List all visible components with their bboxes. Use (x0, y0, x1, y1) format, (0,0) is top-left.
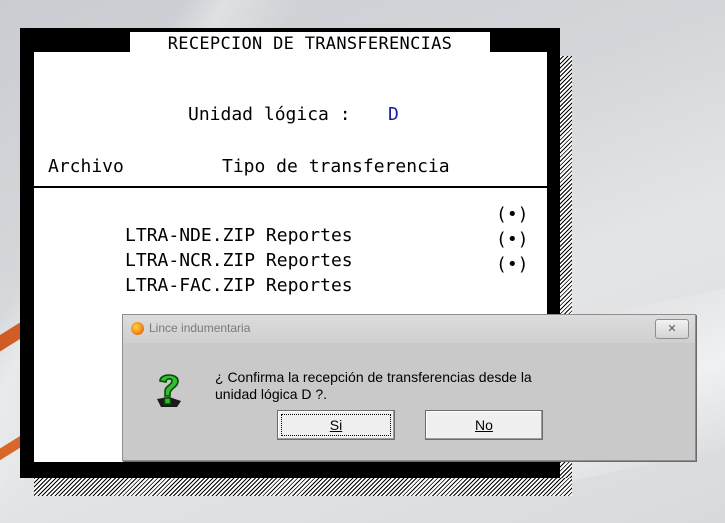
list-item[interactable]: LTRA-FAC.ZIP Reportes (60, 254, 353, 317)
header-divider (34, 186, 547, 188)
focus-ring (281, 414, 391, 436)
dialog-titlebar[interactable]: Lince indumentaria ✕ (123, 315, 695, 343)
dialog-title: Lince indumentaria (149, 321, 251, 335)
dialog-message-line1: ¿ Confirma la recepción de transferencia… (215, 369, 532, 385)
yes-button[interactable]: Si (277, 410, 395, 440)
row-radio[interactable]: (•) (496, 254, 529, 275)
dialog-message: ¿ Confirma la recepción de transferencia… (215, 369, 635, 403)
column-header-tipo: Tipo de transferencia (222, 156, 450, 177)
close-button[interactable]: ✕ (655, 319, 689, 339)
row-radio[interactable]: (•) (496, 204, 529, 225)
dialog-body: ¿ Confirma la recepción de transferencia… (131, 345, 685, 451)
column-header-archivo: Archivo (48, 156, 124, 177)
file-name: LTRA-FAC.ZIP (125, 275, 256, 296)
row-radio[interactable]: (•) (496, 229, 529, 250)
no-button-label: No (475, 417, 493, 433)
unidad-label: Unidad lógica : (188, 104, 351, 125)
unidad-value: D (388, 104, 399, 125)
lince-app-icon (131, 322, 144, 335)
question-icon (157, 374, 181, 407)
panel-title: RECEPCION DE TRANSFERENCIAS (130, 32, 490, 56)
transfer-type: Reportes (265, 275, 353, 296)
panel-shadow-bottom (34, 478, 572, 496)
no-button[interactable]: No (425, 410, 543, 440)
confirm-dialog: Lince indumentaria ✕ ¿ Confirma la recep… (122, 314, 696, 461)
dialog-message-line2: unidad lógica D ?. (215, 386, 328, 402)
